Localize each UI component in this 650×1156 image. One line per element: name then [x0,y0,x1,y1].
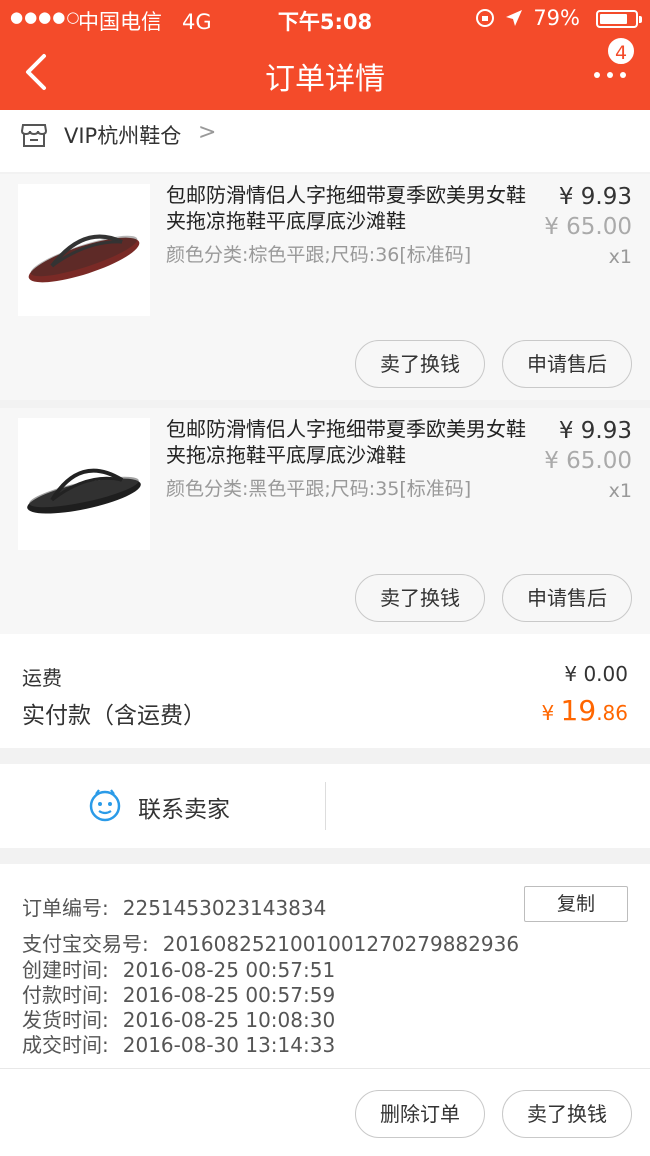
aftersale-button[interactable]: 申请售后 [502,340,632,388]
shipping-label: 运费 [22,666,62,690]
product-image [18,184,150,316]
more-menu-button[interactable] [592,66,628,86]
fee-summary: 运费 ¥ 0.00 实付款（含运费） ¥ 19.86 [0,634,650,748]
product-original-price: ¥ 65.00 [544,448,632,474]
battery-icon [596,10,642,28]
location-arrow-icon [506,10,523,26]
shipping-value: ¥ 0.00 [564,662,628,686]
product-quantity: x1 [608,480,632,502]
paid-label: 实付款（含运费） [22,703,206,729]
message-badge: 4 [606,36,636,66]
store-icon [20,124,48,147]
closed-label: 成交时间: [22,1033,109,1057]
product-image [18,418,150,550]
paid-currency: ¥ [541,701,561,725]
alipay-label: 支付宝交易号: [22,932,149,956]
closed-time: 2016-08-30 13:14:33 [122,1033,336,1057]
product-spec: 颜色分类:棕色平跟;尺码:36[标准码] [166,244,472,266]
product-quantity: x1 [608,246,632,268]
aftersale-button[interactable]: 申请售后 [502,574,632,622]
closed-row: 成交时间: 2016-08-30 13:14:33 [22,1029,335,1058]
more-dots-icon [594,72,600,78]
order-number-label: 订单编号: [22,896,109,920]
product-price: ¥ 9.93 [558,418,632,444]
sell-button[interactable]: 卖了换钱 [355,340,485,388]
shop-name: VIP杭州鞋仓 [64,124,182,148]
order-item[interactable]: 包邮防滑情侣人字拖细带夏季欧美男女鞋夹拖凉拖鞋平底厚底沙滩鞋 颜色分类:黑色平跟… [0,408,650,634]
alipay-row: 支付宝交易号: 2016082521001001270279882936 [22,928,519,957]
product-price: ¥ 9.93 [558,184,632,210]
chat-face-icon [89,789,121,822]
order-info: 订单编号: 2251453023143834 复制 支付宝交易号: 20160825… [0,864,650,1156]
order-item[interactable]: 包邮防滑情侣人字拖细带夏季欧美男女鞋夹拖凉拖鞋平底厚底沙滩鞋 颜色分类:棕色平跟… [0,174,650,400]
product-original-price: ¥ 65.00 [544,214,632,240]
battery-percent: 79% [533,6,580,30]
paid-decimal: .86 [596,701,628,725]
chevron-right-icon: > [198,120,217,145]
copy-button[interactable]: 复制 [524,886,628,922]
product-title: 包邮防滑情侣人字拖细带夏季欧美男女鞋夹拖凉拖鞋平底厚底沙滩鞋 [166,183,526,233]
status-bar: ●●●●○ 中国电信 4G 下午5:08 79% [0,0,650,36]
footer-sell-button[interactable]: 卖了换钱 [502,1090,632,1138]
order-number-row: 订单编号: 2251453023143834 [22,892,326,921]
divider [325,782,326,830]
delete-order-button[interactable]: 删除订单 [355,1090,485,1138]
contact-bar: 联系卖家 [0,764,650,848]
order-number: 2251453023143834 [122,896,327,920]
divider [0,1068,650,1069]
alipay-number: 2016082521001001270279882936 [162,932,520,956]
product-title: 包邮防滑情侣人字拖细带夏季欧美男女鞋夹拖凉拖鞋平底厚底沙滩鞋 [166,417,526,467]
shop-row[interactable]: VIP杭州鞋仓 > [0,110,650,172]
sell-button[interactable]: 卖了换钱 [355,574,485,622]
rotation-lock-icon [476,9,495,27]
contact-seller-button[interactable]: 联系卖家 [138,790,230,824]
paid-integer: 19 [560,694,597,727]
page-title: 订单详情 [265,62,385,97]
product-spec: 颜色分类:黑色平跟;尺码:35[标准码] [166,478,472,500]
paid-amount: ¥ 19.86 [541,694,628,727]
top-bar: ●●●●○ 中国电信 4G 下午5:08 79% 订单详情 4 [0,0,650,110]
